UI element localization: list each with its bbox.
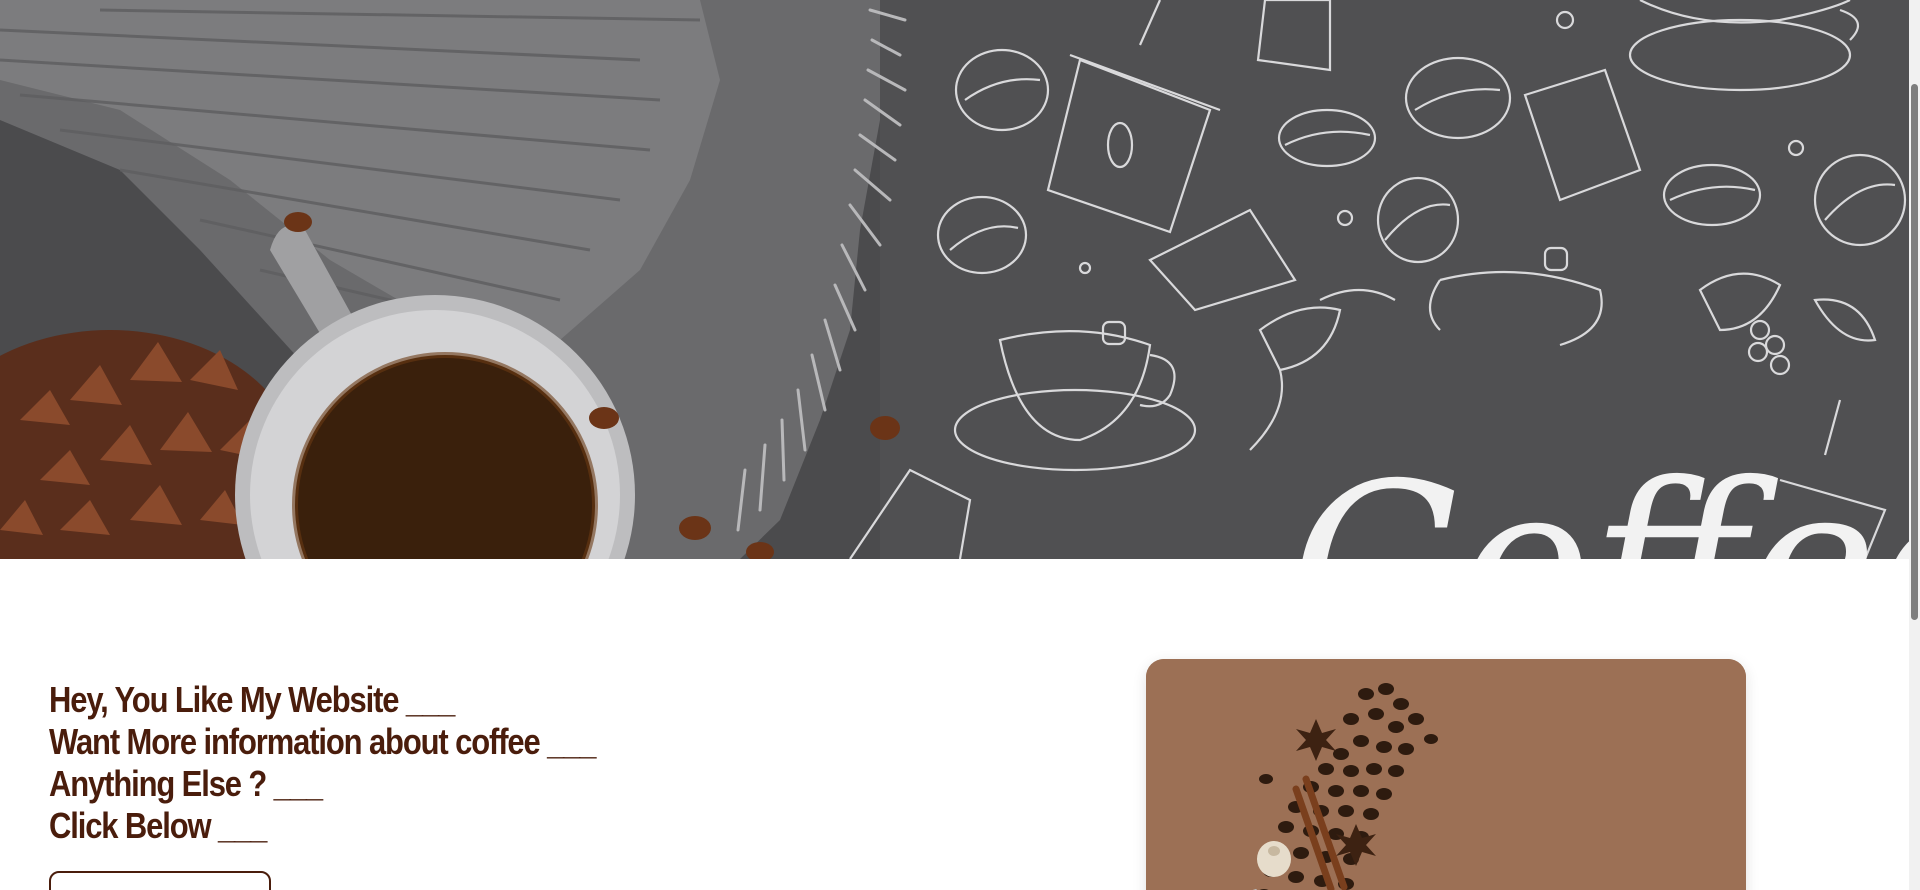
page-scrollbar[interactable] (1909, 0, 1920, 890)
cta-text-block: Hey, You Like My Website ___ Want More i… (49, 679, 949, 847)
cta-button[interactable] (49, 871, 271, 890)
cta-line-more-info: Want More information about coffee ___ (49, 721, 597, 762)
hero-banner: Coffee (0, 0, 1909, 559)
coffee-photo-card (1146, 659, 1746, 890)
hero-banner-image: Coffee (0, 0, 1909, 559)
coffee-beans-photo (1146, 659, 1746, 890)
cta-line-click-below: Click Below ___ (49, 805, 267, 846)
hero-heading: Coffee (1290, 436, 1909, 559)
scrollbar-thumb[interactable] (1911, 84, 1918, 620)
cta-line-anything-else: Anything Else ? ___ (49, 763, 323, 804)
cta-line-like-website: Hey, You Like My Website ___ (49, 679, 455, 720)
